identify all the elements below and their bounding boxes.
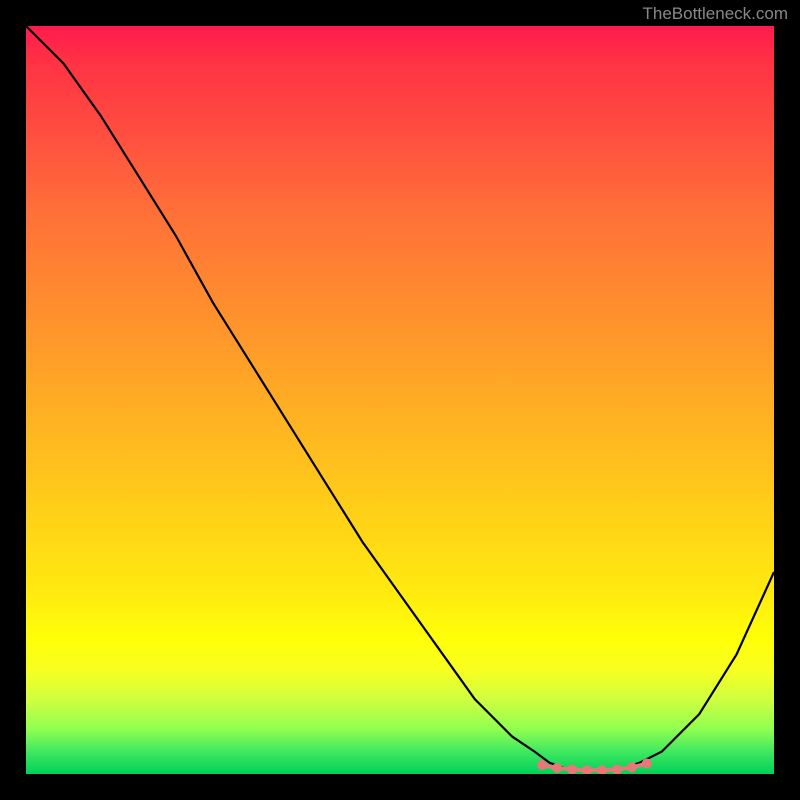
marker-dot [627,762,637,772]
chart-container [26,26,774,774]
optimal-range-markers [537,759,652,775]
markers-svg [26,26,774,774]
watermark-text: TheBottleneck.com [642,4,788,24]
marker-dot [582,765,592,774]
marker-dot [642,759,652,769]
marker-dot [552,763,562,773]
marker-dot [537,760,547,770]
marker-dot [612,765,622,775]
marker-dot [597,765,607,774]
marker-dot [567,765,577,775]
